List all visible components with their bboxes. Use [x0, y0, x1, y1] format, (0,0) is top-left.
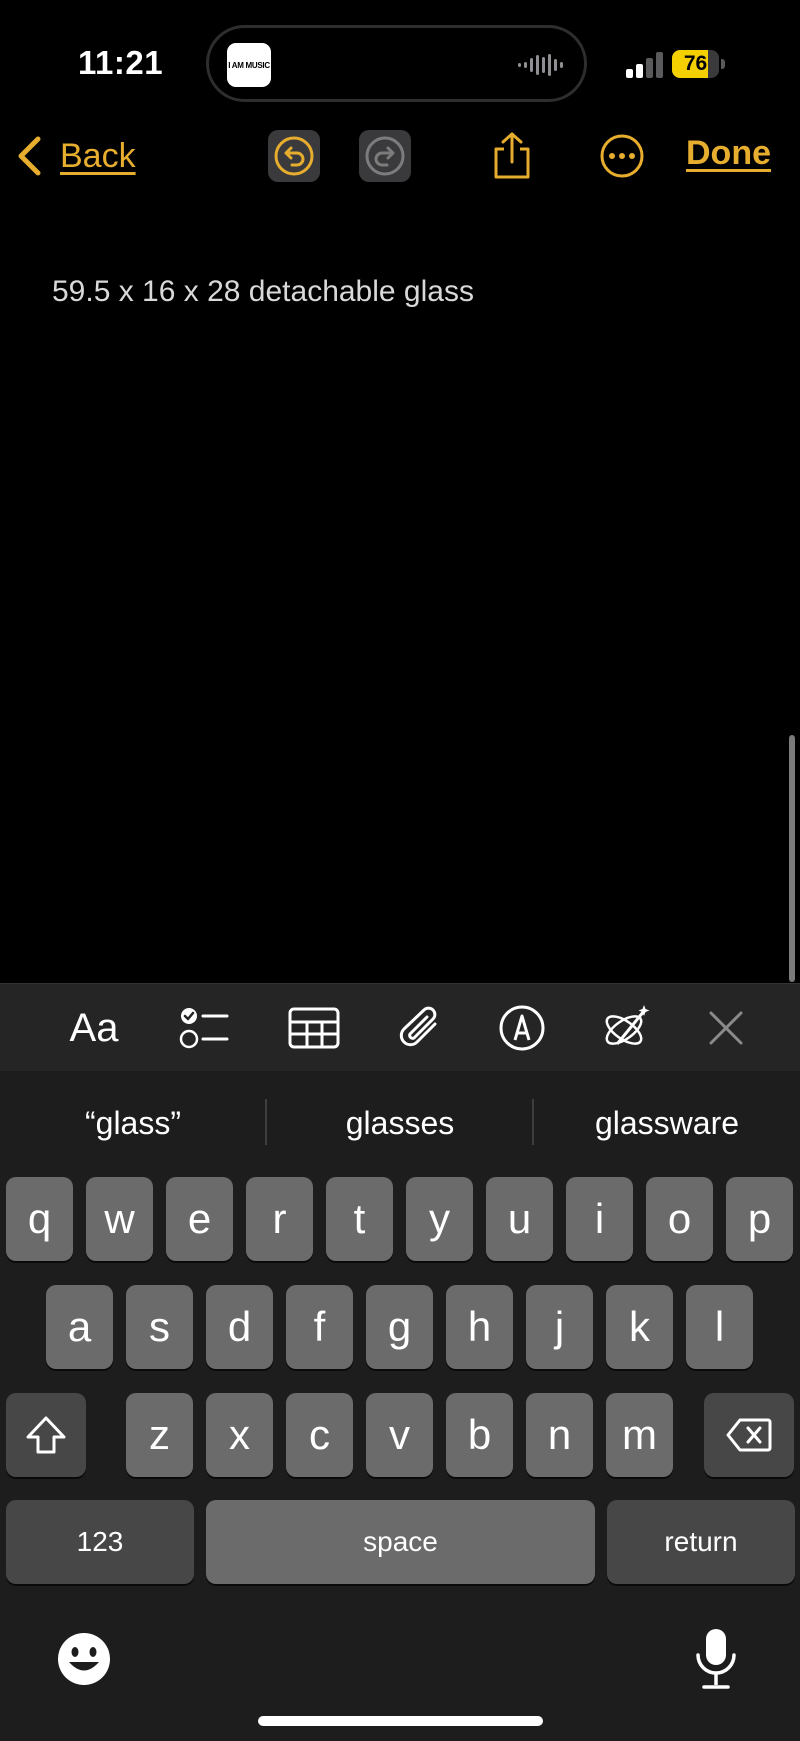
ellipsis-circle-icon — [600, 134, 644, 178]
back-label: Back — [60, 136, 136, 175]
writing-tools-icon — [605, 1005, 650, 1045]
scroll-indicator[interactable] — [789, 735, 795, 982]
suggestion-1[interactable]: “glass” — [0, 1071, 266, 1171]
notes-toolbar: Back Done — [0, 120, 800, 192]
pen-tip-circle-icon — [499, 1005, 545, 1051]
key-v[interactable]: v — [366, 1393, 433, 1477]
audio-waveform-icon — [518, 54, 563, 76]
return-key[interactable]: return — [607, 1500, 795, 1584]
key-w[interactable]: w — [86, 1177, 153, 1261]
key-k[interactable]: k — [606, 1285, 673, 1369]
key-u[interactable]: u — [486, 1177, 553, 1261]
key-r[interactable]: r — [246, 1177, 313, 1261]
predictive-suggestions: “glass” glasses glassware — [0, 1071, 800, 1171]
text-style-button[interactable]: Aa — [64, 1002, 124, 1054]
status-time: 11:21 — [78, 44, 164, 81]
checklist-icon — [179, 1008, 229, 1049]
undo-icon — [274, 136, 314, 176]
shift-key[interactable] — [6, 1393, 86, 1477]
note-body-text[interactable]: 59.5 x 16 x 28 detachable glass — [52, 275, 474, 309]
done-button[interactable]: Done — [686, 134, 771, 173]
delete-backward-icon — [726, 1418, 772, 1452]
chevron-left-icon — [18, 136, 41, 176]
checklist-button[interactable] — [176, 1002, 232, 1054]
share-button[interactable] — [486, 130, 538, 182]
undo-button[interactable] — [268, 130, 320, 182]
key-q[interactable]: q — [6, 1177, 73, 1261]
suggestion-2[interactable]: glasses — [267, 1071, 533, 1171]
dynamic-island[interactable]: I AM MUSIC — [206, 25, 587, 102]
key-g[interactable]: g — [366, 1285, 433, 1369]
cellular-signal-icon — [626, 52, 663, 78]
key-l[interactable]: l — [686, 1285, 753, 1369]
key-y[interactable]: y — [406, 1177, 473, 1261]
redo-button[interactable] — [359, 130, 411, 182]
table-icon — [288, 1007, 340, 1049]
key-s[interactable]: s — [126, 1285, 193, 1369]
keyboard: “glass” glasses glassware qwertyuiop asdf… — [0, 1071, 800, 1741]
key-o[interactable]: o — [646, 1177, 713, 1261]
key-a[interactable]: a — [46, 1285, 113, 1369]
numbers-key[interactable]: 123 — [6, 1500, 194, 1584]
format-toolbar: Aa — [0, 983, 800, 1071]
key-c[interactable]: c — [286, 1393, 353, 1477]
writing-tools-button[interactable] — [598, 1002, 654, 1054]
delete-key[interactable] — [704, 1393, 794, 1477]
close-icon — [709, 1011, 743, 1045]
space-key[interactable]: space — [206, 1500, 595, 1584]
key-i[interactable]: i — [566, 1177, 633, 1261]
key-z[interactable]: z — [126, 1393, 193, 1477]
key-f[interactable]: f — [286, 1285, 353, 1369]
attachment-button[interactable] — [392, 1002, 448, 1054]
battery-icon: 76 — [672, 50, 725, 78]
paperclip-icon — [399, 1006, 437, 1047]
markup-button[interactable] — [494, 1002, 550, 1054]
key-h[interactable]: h — [446, 1285, 513, 1369]
home-indicator[interactable] — [258, 1716, 543, 1726]
key-j[interactable]: j — [526, 1285, 593, 1369]
key-m[interactable]: m — [606, 1393, 673, 1477]
shift-icon — [26, 1416, 66, 1454]
share-icon — [494, 132, 530, 179]
more-options-button[interactable] — [596, 130, 648, 182]
key-b[interactable]: b — [446, 1393, 513, 1477]
suggestion-3[interactable]: glassware — [534, 1071, 800, 1171]
key-d[interactable]: d — [206, 1285, 273, 1369]
close-toolbar-button[interactable] — [698, 1002, 754, 1054]
redo-icon — [365, 136, 405, 176]
emoji-icon[interactable] — [56, 1631, 112, 1687]
table-button[interactable] — [286, 1002, 342, 1054]
key-p[interactable]: p — [726, 1177, 793, 1261]
microphone-icon[interactable] — [692, 1627, 740, 1691]
note-editor[interactable]: 59.5 x 16 x 28 detachable glass — [0, 200, 800, 982]
battery-percent: 76 — [683, 52, 708, 75]
status-bar: 11:21 I AM MUSIC 76 — [0, 0, 800, 120]
back-button[interactable]: Back — [14, 128, 136, 184]
key-n[interactable]: n — [526, 1393, 593, 1477]
now-playing-app-icon: I AM MUSIC — [227, 43, 271, 87]
key-t[interactable]: t — [326, 1177, 393, 1261]
key-x[interactable]: x — [206, 1393, 273, 1477]
key-e[interactable]: e — [166, 1177, 233, 1261]
